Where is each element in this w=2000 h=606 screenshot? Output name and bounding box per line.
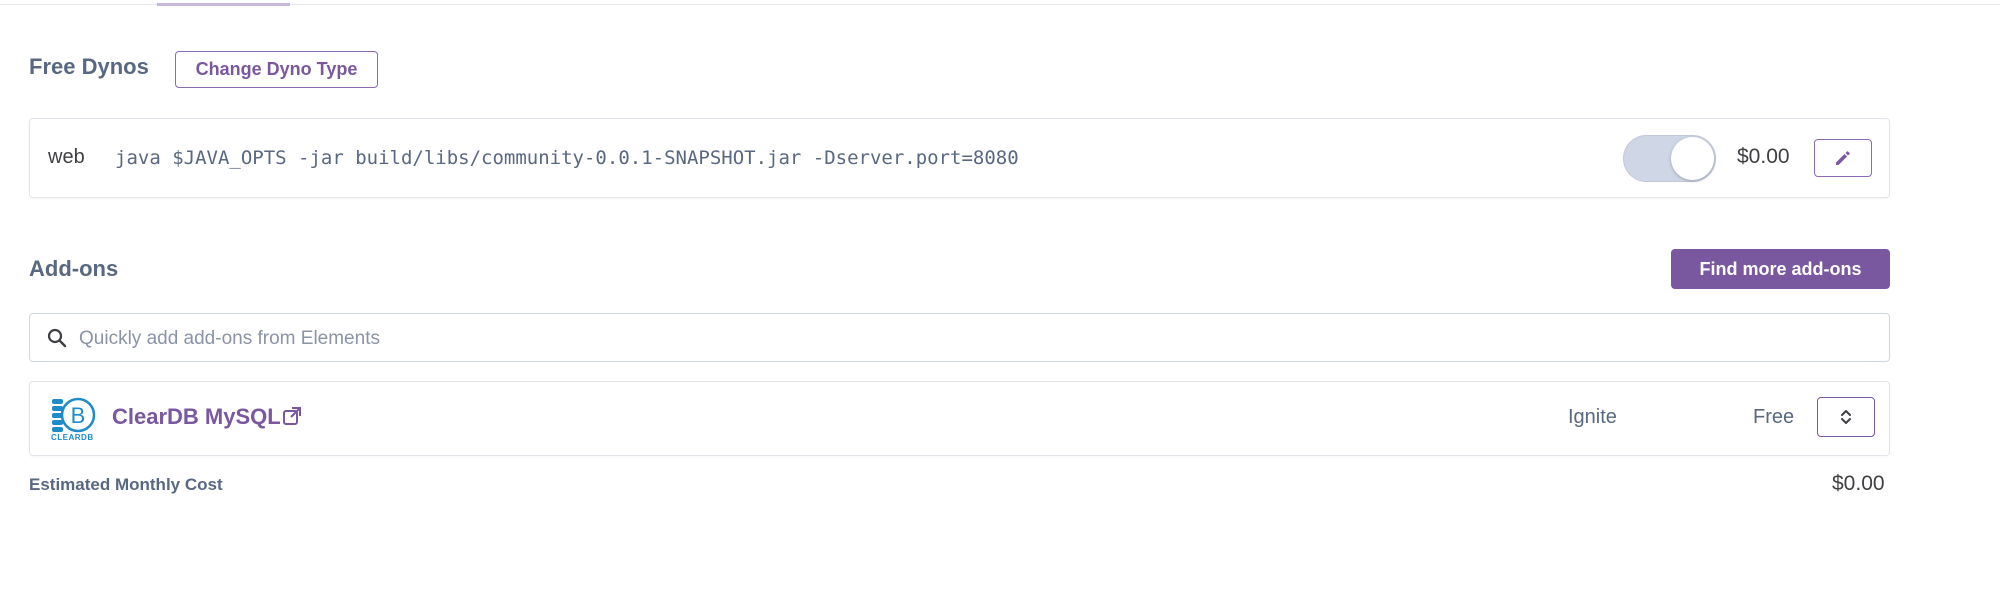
estimated-monthly-cost-value: $0.00: [1832, 472, 1885, 495]
edit-dyno-button[interactable]: [1814, 139, 1872, 177]
external-link-icon[interactable]: [282, 406, 302, 426]
search-icon: [47, 328, 67, 348]
addon-price: Free: [1753, 406, 1795, 428]
dynos-section-title: Free Dynos: [29, 54, 149, 79]
addon-plan: Ignite: [1568, 406, 1617, 428]
addon-search-box: [29, 313, 1890, 363]
dyno-row-web: web java $JAVA_OPTS -jar build/libs/comm…: [29, 118, 1890, 198]
dyno-toggle-switch[interactable]: [1623, 135, 1716, 182]
change-dyno-type-button[interactable]: Change Dyno Type: [175, 51, 378, 88]
estimated-monthly-cost-label: Estimated Monthly Cost: [29, 475, 223, 494]
dyno-command: java $JAVA_OPTS -jar build/libs/communit…: [115, 147, 1019, 169]
addon-name-link[interactable]: ClearDB MySQL: [112, 404, 281, 430]
active-tab-indicator: [157, 3, 290, 6]
addon-options-button[interactable]: [1817, 397, 1875, 437]
addons-section-title: Add-ons: [29, 256, 119, 281]
chevron-up-down-icon: [1841, 410, 1851, 424]
pencil-icon: [1836, 151, 1850, 165]
top-divider: [0, 4, 2000, 5]
cleardb-logo-wordmark: CLEARDB: [51, 433, 94, 442]
svg-text:B: B: [71, 403, 86, 428]
find-more-addons-button[interactable]: Find more add-ons: [1671, 249, 1890, 289]
dyno-cost: $0.00: [1737, 145, 1790, 168]
toggle-knob: [1671, 137, 1714, 180]
dyno-process-type: web: [48, 146, 85, 168]
addon-search-input[interactable]: [77, 314, 1871, 363]
addon-row-cleardb: B CLEARDB ClearDB MySQL Ignite Free: [29, 381, 1890, 456]
